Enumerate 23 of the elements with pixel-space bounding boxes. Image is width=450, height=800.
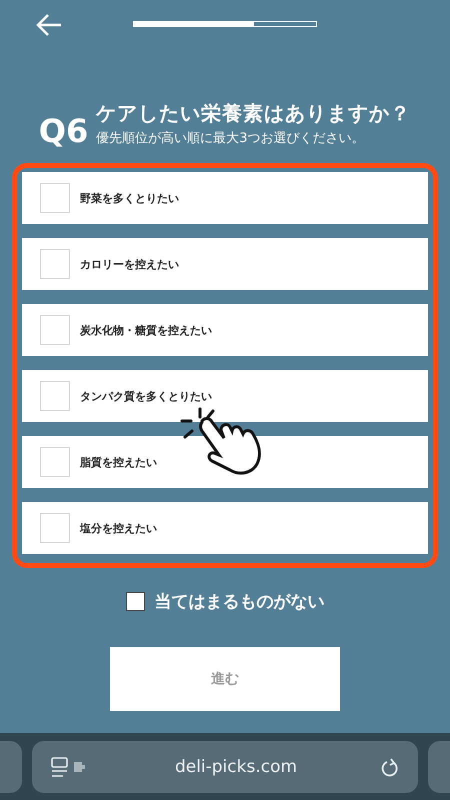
- question-subtitle: 優先順位が高い順に最大3つお選びください。: [96, 130, 366, 147]
- option-label: 脂質を控えたい: [80, 454, 157, 470]
- option-label: タンパク質を多くとりたい: [80, 388, 212, 404]
- url-text: deli-picks.com: [174, 756, 298, 776]
- tab-preview[interactable]: [428, 740, 450, 792]
- option-row[interactable]: 野菜を多くとりたい: [22, 172, 428, 224]
- option-row[interactable]: カロリーを控えたい: [22, 238, 428, 290]
- checkbox[interactable]: [126, 592, 144, 611]
- option-row[interactable]: 塩分を控えたい: [22, 502, 428, 554]
- option-row[interactable]: 脂質を控えたい: [22, 436, 428, 488]
- option-label: 炭水化物・糖質を控えたい: [80, 322, 212, 338]
- question-title: ケアしたい栄養素はありますか？: [96, 100, 412, 127]
- address-bar[interactable]: deli-picks.com: [32, 740, 418, 792]
- reload-icon[interactable]: [380, 756, 400, 778]
- option-row[interactable]: タンパク質を多くとりたい: [22, 370, 428, 422]
- option-row[interactable]: 炭水化物・糖質を控えたい: [22, 304, 428, 356]
- back-arrow-icon[interactable]: [35, 13, 63, 37]
- option-label: 塩分を控えたい: [80, 520, 157, 536]
- option-label: 野菜を多くとりたい: [80, 190, 179, 206]
- question-number: Q6: [38, 115, 88, 147]
- checkbox-label: 当てはまるものがない: [154, 591, 324, 613]
- option-label: カロリーを控えたい: [80, 256, 179, 272]
- tab-preview[interactable]: [0, 740, 22, 792]
